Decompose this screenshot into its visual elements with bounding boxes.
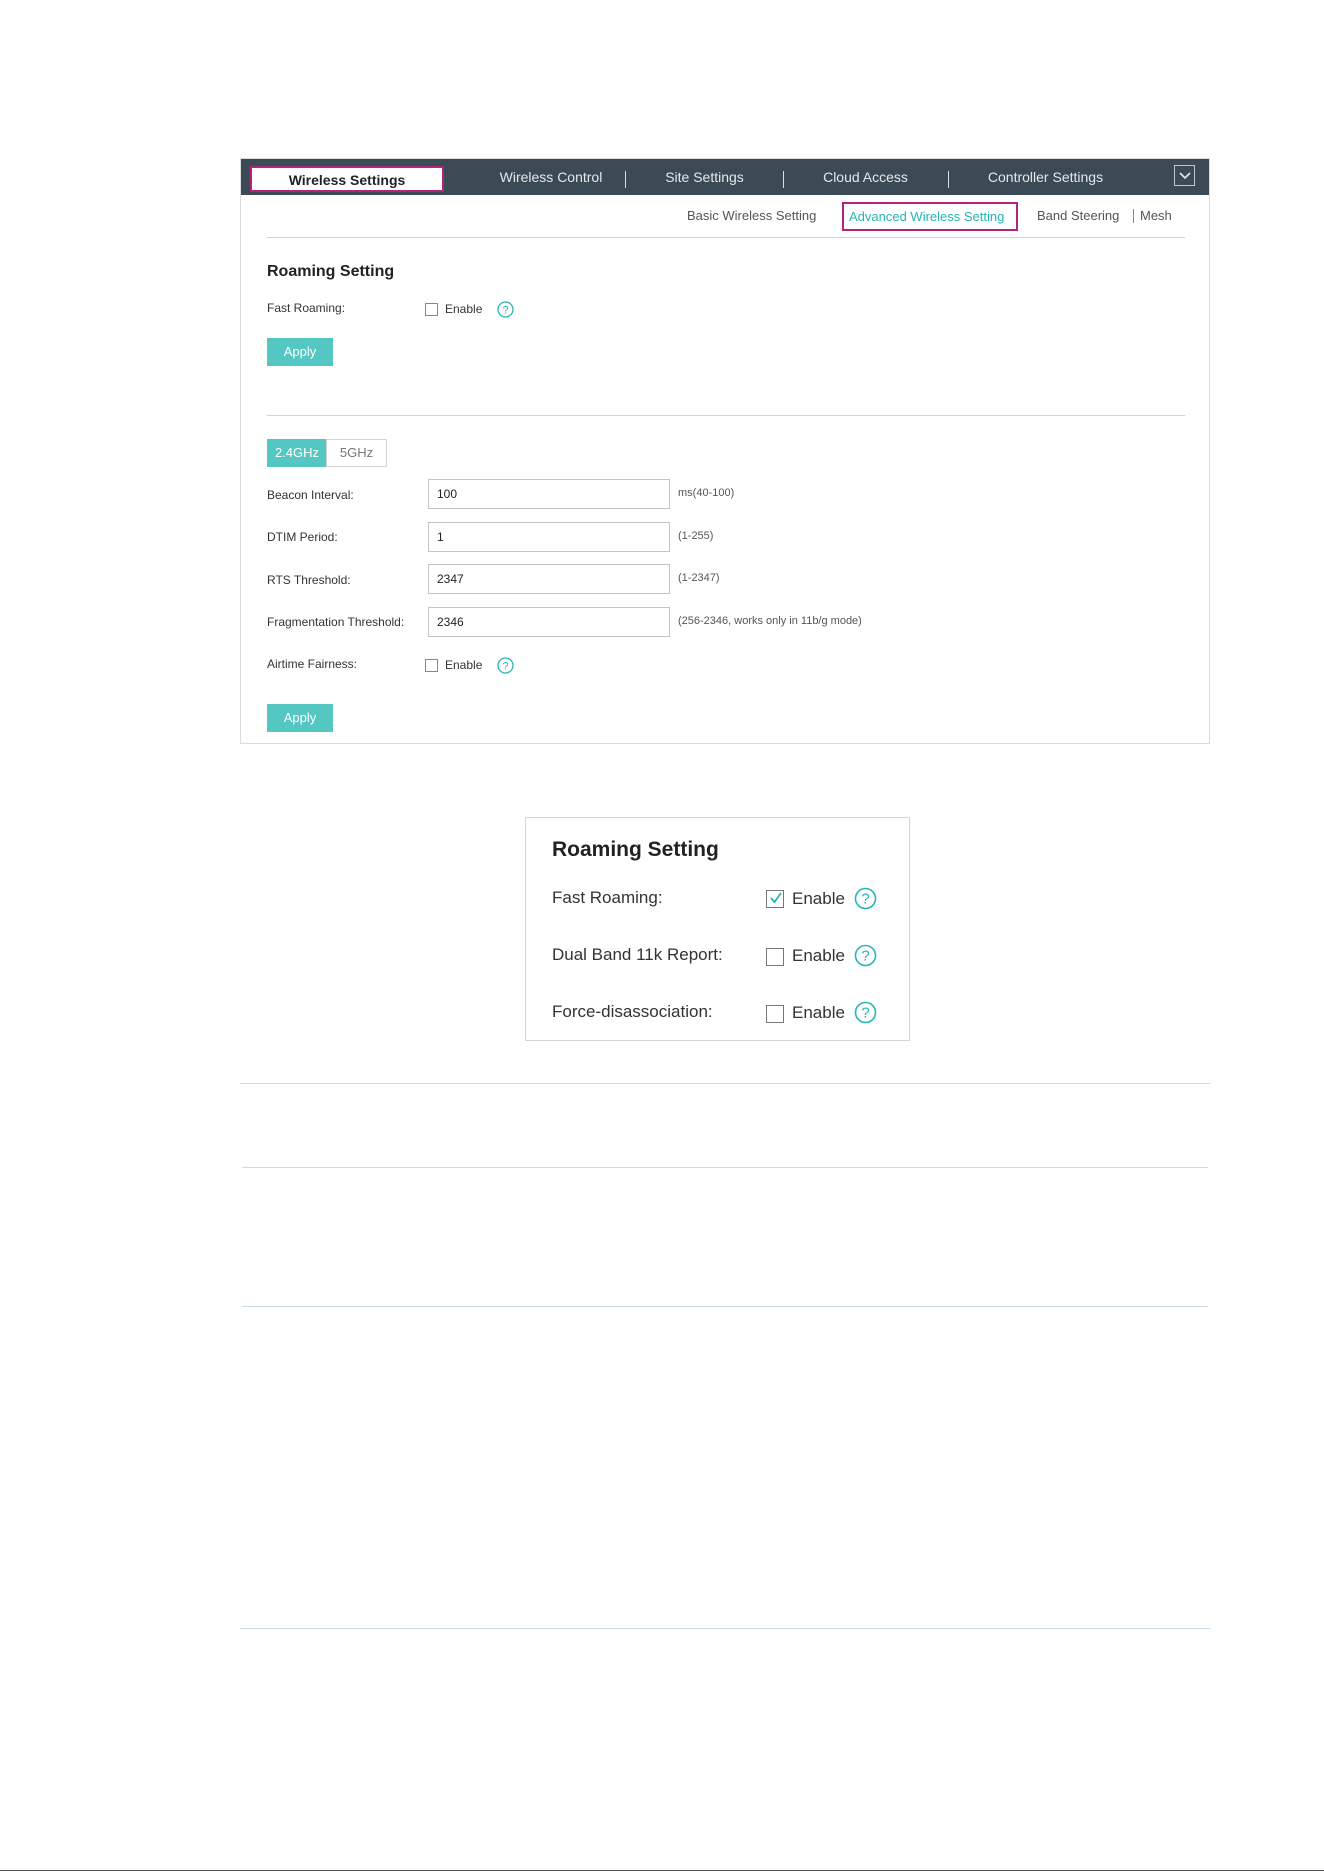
tab-basic-wireless-setting[interactable]: Basic Wireless Setting bbox=[687, 208, 816, 223]
help-icon[interactable]: ? bbox=[854, 944, 877, 967]
tab-separator bbox=[1133, 209, 1134, 223]
fragmentation-threshold-label: Fragmentation Threshold: bbox=[267, 615, 405, 629]
band-apply-button[interactable]: Apply bbox=[267, 704, 333, 732]
top-navigation: Wireless Settings Wireless Control Site … bbox=[241, 159, 1209, 195]
zoom-fast-roaming-label: Fast Roaming: bbox=[552, 888, 663, 907]
svg-text:?: ? bbox=[861, 1005, 869, 1022]
zoom-dual-band-11k-checkbox[interactable] bbox=[766, 948, 784, 966]
zoom-dual-band-11k-label: Dual Band 11k Report: bbox=[552, 945, 723, 964]
zoom-roaming-title: Roaming Setting bbox=[552, 838, 719, 861]
nav-controller-settings[interactable]: Controller Settings bbox=[948, 159, 1143, 195]
beacon-interval-hint: ms(40-100) bbox=[678, 487, 735, 499]
nav-wireless-control[interactable]: Wireless Control bbox=[463, 159, 639, 195]
nav-wireless-settings[interactable]: Wireless Settings bbox=[250, 166, 444, 192]
tab-advanced-wireless-setting[interactable]: Advanced Wireless Setting bbox=[842, 202, 1019, 231]
svg-text:?: ? bbox=[861, 948, 869, 965]
roaming-apply-button[interactable]: Apply bbox=[267, 338, 333, 366]
fast-roaming-checkbox[interactable] bbox=[425, 303, 438, 316]
airtime-fairness-checkbox[interactable] bbox=[425, 659, 438, 672]
fast-roaming-enable-label: Enable bbox=[445, 302, 483, 316]
svg-text:?: ? bbox=[502, 661, 508, 673]
chevron-down-icon bbox=[1179, 172, 1191, 180]
dtim-period-label: DTIM Period: bbox=[267, 530, 338, 544]
dtim-period-hint: (1-255) bbox=[678, 530, 714, 542]
zoom-force-disassociation-enable-label: Enable bbox=[792, 1003, 845, 1022]
dtim-period-input[interactable] bbox=[428, 522, 670, 552]
fragmentation-threshold-input[interactable] bbox=[428, 607, 670, 637]
nav-site-settings[interactable]: Site Settings bbox=[626, 159, 783, 195]
rts-threshold-input[interactable] bbox=[428, 564, 670, 594]
nav-dropdown-button[interactable] bbox=[1174, 165, 1195, 186]
page-bottom-rule bbox=[0, 1870, 1324, 1871]
band-tab-2-4ghz[interactable]: 2.4GHz bbox=[267, 439, 327, 467]
help-icon[interactable]: ? bbox=[854, 887, 877, 910]
tab-mesh[interactable]: Mesh bbox=[1140, 208, 1172, 223]
zoom-force-disassociation-checkbox[interactable] bbox=[766, 1005, 784, 1023]
nav-cloud-access[interactable]: Cloud Access bbox=[783, 159, 948, 195]
page-rule bbox=[240, 1083, 1210, 1084]
checkmark-icon bbox=[770, 892, 782, 904]
roaming-setting-zoom: Roaming Setting Fast Roaming: Enable ? D… bbox=[525, 817, 910, 1041]
rts-threshold-hint: (1-2347) bbox=[678, 572, 720, 584]
band-tab-5ghz[interactable]: 5GHz bbox=[326, 439, 387, 467]
zoom-fast-roaming-enable-label: Enable bbox=[792, 889, 845, 908]
help-icon[interactable]: ? bbox=[497, 657, 514, 674]
page-rule bbox=[242, 1306, 1208, 1307]
page-rule bbox=[242, 1167, 1208, 1168]
airtime-fairness-enable-label: Enable bbox=[445, 658, 483, 672]
fast-roaming-label: Fast Roaming: bbox=[267, 301, 346, 315]
section-divider bbox=[267, 415, 1185, 416]
airtime-fairness-label: Airtime Fairness: bbox=[267, 657, 358, 671]
beacon-interval-input[interactable] bbox=[428, 479, 670, 509]
help-icon[interactable]: ? bbox=[497, 301, 514, 318]
zoom-dual-band-11k-enable-label: Enable bbox=[792, 946, 845, 965]
fragmentation-threshold-hint: (256-2346, works only in 11b/g mode) bbox=[678, 615, 862, 627]
roaming-section-title: Roaming Setting bbox=[267, 263, 395, 280]
rts-threshold-label: RTS Threshold: bbox=[267, 573, 351, 587]
beacon-interval-label: Beacon Interval: bbox=[267, 488, 354, 502]
svg-text:?: ? bbox=[502, 305, 508, 317]
sub-tab-bar: Basic Wireless Setting Advanced Wireless… bbox=[267, 195, 1185, 238]
svg-text:?: ? bbox=[861, 891, 869, 908]
zoom-fast-roaming-checkbox[interactable] bbox=[766, 890, 784, 908]
controller-panel: Wireless Settings Wireless Control Site … bbox=[240, 158, 1210, 744]
tab-band-steering[interactable]: Band Steering bbox=[1037, 208, 1119, 223]
zoom-force-disassociation-label: Force-disassociation: bbox=[552, 1002, 713, 1021]
page-rule bbox=[240, 1628, 1210, 1629]
help-icon[interactable]: ? bbox=[854, 1001, 877, 1024]
